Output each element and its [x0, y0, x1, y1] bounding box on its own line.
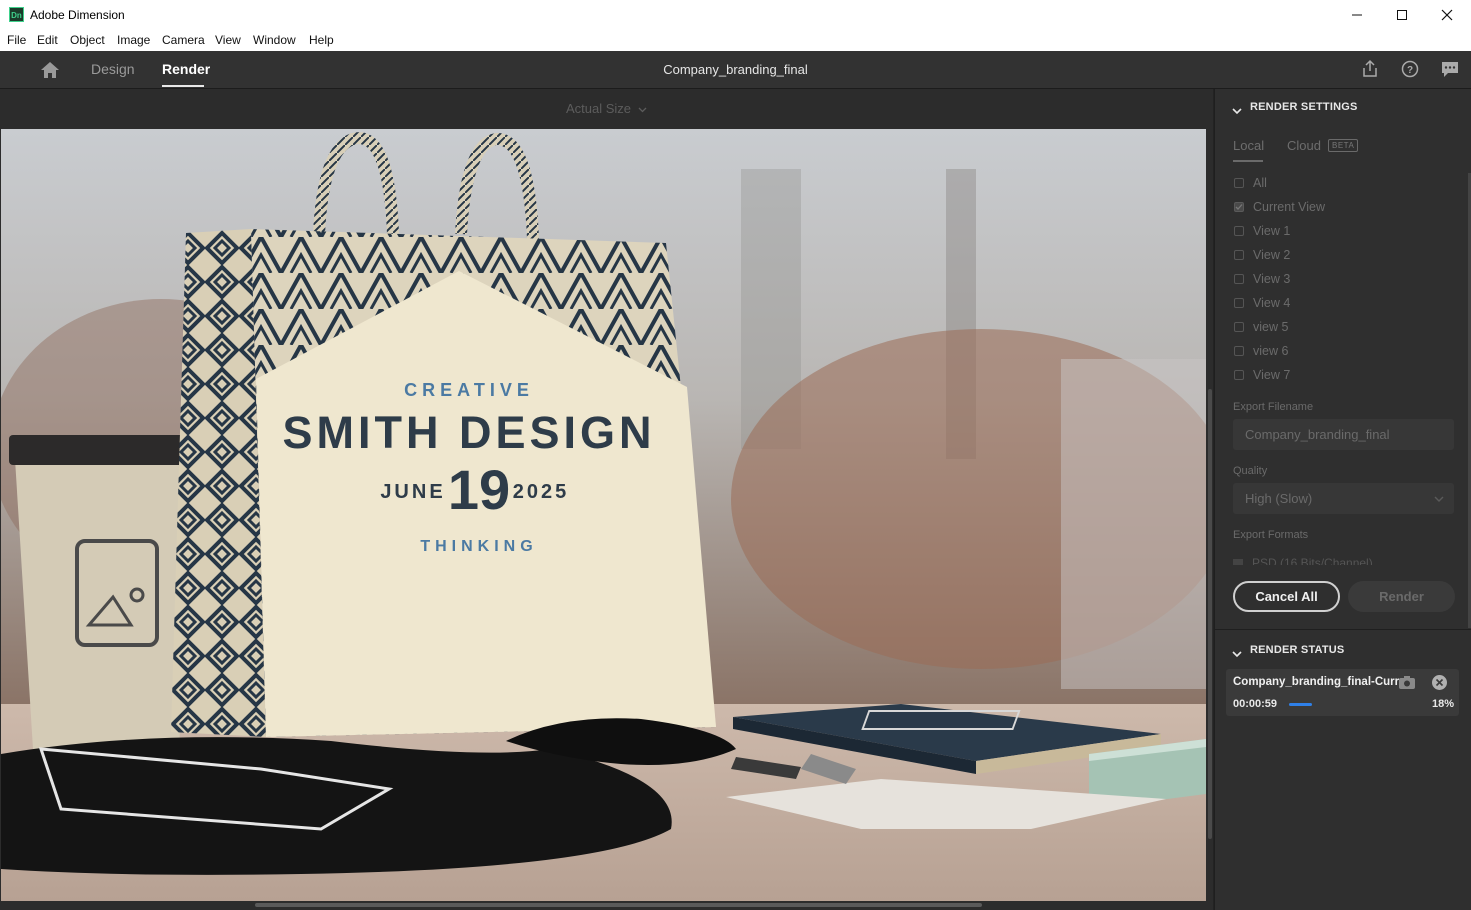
menu-edit[interactable]: Edit	[37, 33, 58, 47]
maximize-icon	[1397, 10, 1407, 20]
view-checkbox-view-3[interactable]: View 3	[1234, 270, 1290, 288]
close-icon	[1441, 9, 1453, 21]
snapshot-button[interactable]	[1398, 675, 1416, 690]
cancel-render-job-button[interactable]	[1431, 674, 1448, 691]
menu-object[interactable]: Object	[70, 33, 105, 47]
minimize-button[interactable]	[1334, 0, 1380, 30]
local-tab-indicator	[1233, 160, 1263, 162]
chevron-down-icon	[1434, 496, 1444, 502]
view-checkbox-view-6[interactable]: view 6	[1234, 342, 1288, 360]
cancel-all-button[interactable]: Cancel All	[1233, 581, 1340, 612]
checkmark-icon	[1235, 204, 1243, 210]
collapse-render-status-button[interactable]	[1232, 645, 1244, 658]
view-checkbox-view-5[interactable]: view 5	[1234, 318, 1288, 336]
bag-text-thinking: THINKING	[420, 538, 537, 555]
scene-render: CREATIVE SMITH DESIGN JUNE 19 2025 THINK…	[1, 129, 1206, 901]
export-format-option[interactable]: PSD (16 Bits/Channel)	[1233, 555, 1373, 565]
chevron-down-icon	[638, 107, 647, 113]
chevron-down-icon	[1232, 108, 1242, 115]
bag-text-june: JUNE	[380, 481, 445, 503]
export-formats-label: Export Formats	[1233, 529, 1309, 541]
chevron-down-icon	[1232, 651, 1242, 658]
close-window-button[interactable]	[1424, 0, 1470, 30]
zoom-label: Actual Size	[566, 101, 632, 116]
help-button[interactable]: ?	[1400, 59, 1420, 79]
render-progress-fill	[1289, 703, 1312, 706]
dimension-app-icon: Dn	[9, 7, 24, 22]
export-filename-input[interactable]: Company_branding_final	[1233, 419, 1454, 450]
view-checkbox-all[interactable]: All	[1234, 174, 1267, 192]
help-icon: ?	[1401, 60, 1419, 78]
checkbox	[1234, 346, 1244, 356]
checkbox-checked	[1233, 558, 1243, 565]
tab-cloud[interactable]: Cloud	[1287, 138, 1321, 153]
share-button[interactable]	[1360, 59, 1380, 79]
tab-local[interactable]: Local	[1233, 138, 1264, 153]
render-progress-percent: 18%	[1431, 698, 1454, 710]
menu-image[interactable]: Image	[117, 33, 150, 47]
bag-text-19: 19	[448, 458, 510, 521]
menu-bar: File Edit Object Image Camera View Windo…	[0, 30, 1471, 52]
render-job-name: Company_branding_final-Curr...	[1233, 676, 1409, 688]
beta-badge: BETA	[1328, 139, 1359, 152]
checkbox	[1234, 250, 1244, 260]
canvas-area: Actual Size CREATIVE SMITH DESIGN JUNE 1…	[0, 89, 1213, 910]
export-filename-label: Export Filename	[1233, 401, 1314, 413]
section-divider	[1215, 629, 1471, 630]
view-checkbox-view-1[interactable]: View 1	[1234, 222, 1290, 240]
menu-help[interactable]: Help	[309, 33, 334, 47]
menu-view[interactable]: View	[215, 33, 241, 47]
render-job-card: Company_branding_final-Curr... 00:00:59 …	[1226, 669, 1459, 716]
minimize-icon	[1352, 14, 1362, 16]
quality-label: Quality	[1233, 465, 1268, 477]
render-status-header: RENDER STATUS	[1250, 644, 1345, 656]
menu-file[interactable]: File	[7, 33, 26, 47]
checkbox	[1234, 370, 1244, 380]
checkbox	[1234, 274, 1244, 284]
bag-text-smith-design: SMITH DESIGN	[282, 407, 655, 458]
quality-dropdown[interactable]: High (Slow)	[1233, 483, 1454, 514]
checkbox	[1234, 226, 1244, 236]
checkbox-checked	[1234, 202, 1244, 212]
feedback-button[interactable]	[1440, 59, 1460, 79]
checkbox	[1234, 298, 1244, 308]
zoom-dropdown[interactable]: Actual Size	[566, 101, 647, 116]
checkbox	[1234, 322, 1244, 332]
window-title: Adobe Dimension	[30, 8, 125, 22]
menu-window[interactable]: Window	[253, 33, 296, 47]
title-bar: Dn Adobe Dimension	[0, 0, 1471, 30]
render-settings-header: RENDER SETTINGS	[1250, 101, 1358, 113]
document-title: Company_branding_final	[663, 62, 808, 77]
bag-text-creative: CREATIVE	[404, 380, 534, 400]
close-circle-icon	[1432, 675, 1447, 690]
view-checkbox-view-4[interactable]: View 4	[1234, 294, 1290, 312]
bag-text-2025: 2025	[513, 481, 570, 503]
maximize-button[interactable]	[1379, 0, 1425, 30]
active-tab-indicator	[162, 85, 204, 87]
menu-camera[interactable]: Camera	[162, 33, 205, 47]
view-checkbox-view-7[interactable]: View 7	[1234, 366, 1290, 384]
feedback-icon	[1442, 62, 1458, 77]
view-checkbox-current-view[interactable]: Current View	[1234, 198, 1325, 216]
render-preview[interactable]: CREATIVE SMITH DESIGN JUNE 19 2025 THINK…	[1, 129, 1206, 901]
quality-value: High (Slow)	[1245, 491, 1313, 506]
svg-text:?: ?	[1407, 65, 1413, 76]
render-panel: RENDER SETTINGS Local Cloud BETA All Cur…	[1214, 89, 1471, 910]
app-bar: Design Render Company_branding_final ?	[0, 51, 1471, 89]
render-elapsed-time: 00:00:59	[1233, 698, 1278, 710]
collapse-render-settings-button[interactable]	[1232, 102, 1244, 115]
horizontal-scrollbar[interactable]	[255, 903, 982, 907]
view-checkbox-view-2[interactable]: View 2	[1234, 246, 1290, 264]
camera-icon	[1399, 676, 1415, 689]
render-button[interactable]: Render	[1348, 581, 1455, 612]
share-icon	[1363, 59, 1377, 77]
render-progress-bar	[1289, 703, 1414, 706]
vertical-scrollbar[interactable]	[1208, 389, 1212, 839]
checkbox	[1234, 178, 1244, 188]
